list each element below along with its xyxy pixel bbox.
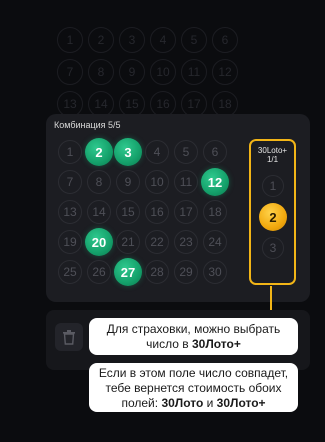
background-number: 8: [88, 59, 114, 85]
number-ball[interactable]: 15: [116, 200, 140, 224]
number-ball[interactable]: 16: [145, 200, 169, 224]
number-ball-selected[interactable]: 20: [85, 228, 113, 256]
extra-field-count: 1/1: [266, 155, 279, 164]
number-ball[interactable]: 24: [203, 230, 227, 254]
background-number: 7: [57, 59, 83, 85]
number-ball[interactable]: 9: [116, 170, 140, 194]
number-ball[interactable]: 11: [174, 170, 198, 194]
background-number: 6: [212, 27, 238, 53]
background-number: 4: [150, 27, 176, 53]
background-number: 3: [119, 27, 145, 53]
refund-tooltip-bold-2: 30Лото+: [216, 396, 266, 410]
number-ball[interactable]: 7: [58, 170, 82, 194]
number-ball[interactable]: 29: [174, 260, 198, 284]
number-ball[interactable]: 13: [58, 200, 82, 224]
number-ball-selected[interactable]: 2: [85, 138, 113, 166]
background-number: 9: [119, 59, 145, 85]
number-ball[interactable]: 19: [58, 230, 82, 254]
number-ball-selected[interactable]: 27: [114, 258, 142, 286]
number-ball[interactable]: 5: [174, 140, 198, 164]
number-ball[interactable]: 28: [145, 260, 169, 284]
number-ball[interactable]: 30: [203, 260, 227, 284]
refund-tooltip-bold-1: 30Лото: [161, 396, 204, 410]
number-ball[interactable]: 14: [87, 200, 111, 224]
background-number: 1: [57, 27, 83, 53]
background-number: 5: [181, 27, 207, 53]
extra-number-ball[interactable]: 1: [262, 175, 284, 197]
trash-button[interactable]: [55, 323, 83, 351]
number-ball[interactable]: 18: [203, 200, 227, 224]
background-number: 2: [88, 27, 114, 53]
extra-number-ball[interactable]: 3: [262, 237, 284, 259]
combination-label: Комбинация 5/5: [54, 120, 121, 130]
number-ball[interactable]: 26: [87, 260, 111, 284]
number-ball[interactable]: 25: [58, 260, 82, 284]
background-number: 12: [212, 59, 238, 85]
number-ball[interactable]: 6: [203, 140, 227, 164]
number-ball-selected[interactable]: 12: [201, 168, 229, 196]
number-ball[interactable]: 4: [145, 140, 169, 164]
number-ball[interactable]: 1: [58, 140, 82, 164]
extra-field-title: 30Loto+ 1/1: [249, 146, 296, 164]
number-ball[interactable]: 8: [87, 170, 111, 194]
number-ball[interactable]: 10: [145, 170, 169, 194]
background-number: 11: [181, 59, 207, 85]
trash-icon: [63, 330, 75, 345]
insurance-tooltip-bold: 30Лото+: [191, 337, 241, 351]
number-ball[interactable]: 23: [174, 230, 198, 254]
refund-tooltip: Если в этом поле число совпадет, тебе ве…: [89, 363, 298, 412]
number-ball[interactable]: 22: [145, 230, 169, 254]
refund-tooltip-and: и: [203, 396, 217, 410]
number-ball[interactable]: 17: [174, 200, 198, 224]
insurance-tooltip: Для страховки, можно выбрать число в 30Л…: [89, 318, 298, 355]
background-number: 10: [150, 59, 176, 85]
extra-field-name: 30Loto+: [257, 146, 288, 155]
number-ball[interactable]: 21: [116, 230, 140, 254]
extra-number-ball-selected[interactable]: 2: [259, 203, 287, 231]
number-ball-selected[interactable]: 3: [114, 138, 142, 166]
